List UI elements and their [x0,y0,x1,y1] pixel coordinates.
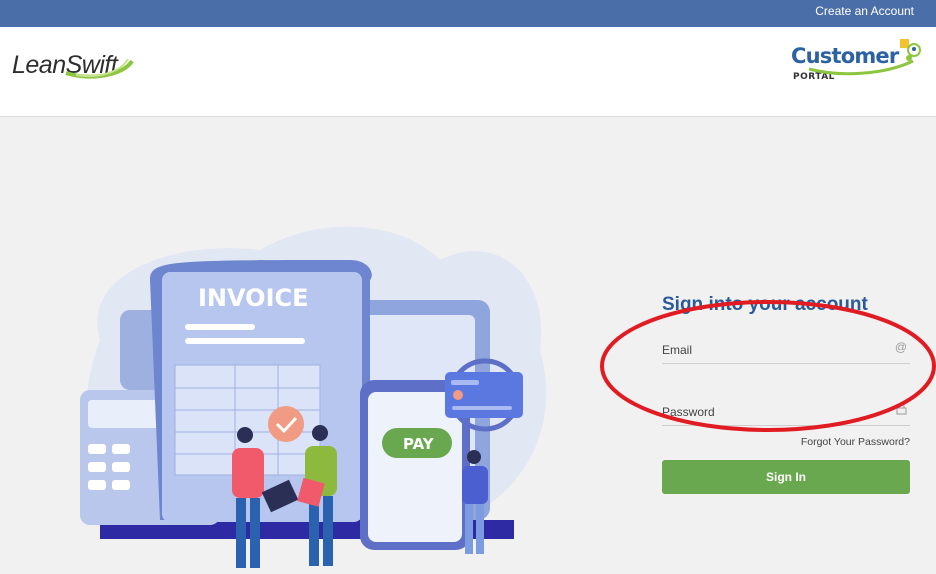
header: LeanSwift Customer PORTAL [0,27,936,117]
logo-swoosh-icon [65,58,134,79]
leanswift-logo[interactable]: LeanSwift [12,51,134,80]
pay-text: PAY [403,435,435,453]
customer-portal-badge-icon [808,39,921,76]
top-bar: Create an Account [0,0,936,27]
forgot-password-link[interactable]: Forgot Your Password? [801,436,910,448]
create-account-link[interactable]: Create an Account [815,4,914,18]
customer-portal-logo: Customer PORTAL [789,37,924,97]
at-icon: @ [894,340,907,354]
invoice-text: INVOICE [198,284,309,312]
sign-in-button[interactable]: Sign In [662,460,910,494]
email-field[interactable]: Email @ [662,340,910,364]
password-field[interactable]: Password [662,402,910,426]
email-label: Email [662,343,693,357]
signin-title: Sign into your account [662,294,868,315]
password-label: Password [662,405,715,419]
invoice-payment-illustration: INVOICE PAY [80,226,547,568]
lock-icon [896,402,907,418]
